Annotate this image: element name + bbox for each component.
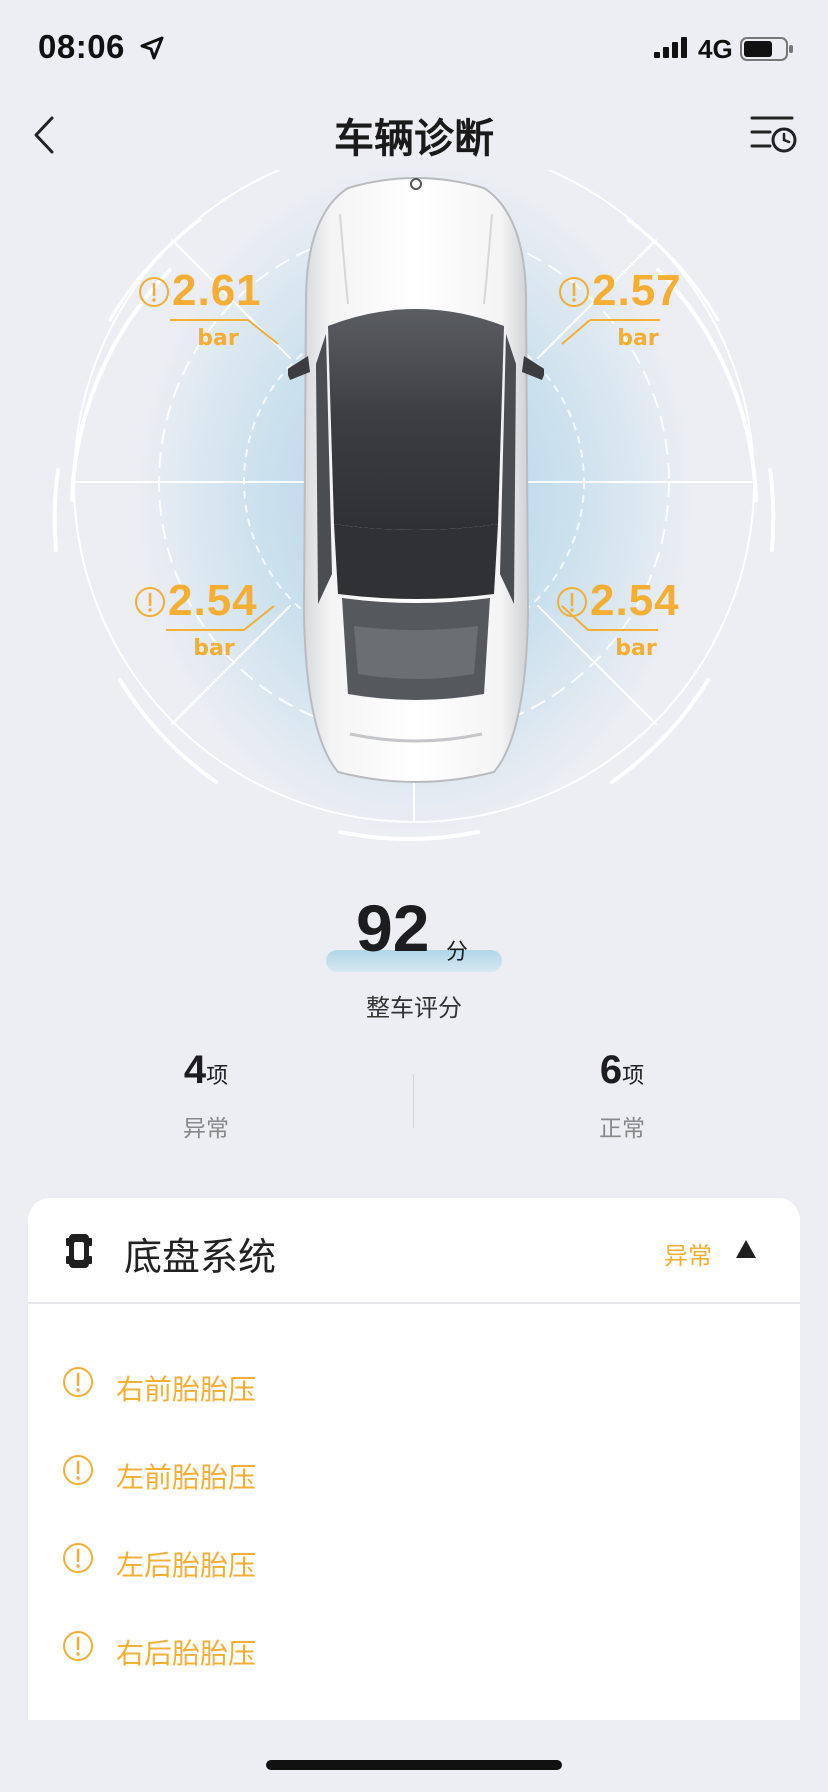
list-item[interactable]: 左后胎胎压 [28, 1514, 800, 1602]
stat-normal-label: 正常 [599, 1116, 645, 1142]
stat-normal-count: 6 [599, 1048, 623, 1092]
section-title: 底盘系统 [124, 1235, 277, 1279]
status-bar: 08:06 4G [0, 0, 828, 96]
history-list-icon[interactable] [748, 112, 798, 156]
list-item[interactable]: 右前胎胎压 [28, 1338, 800, 1426]
car-top-view [288, 177, 544, 783]
diagnostic-stats: 4项 异常 6项 正常 [0, 1048, 828, 1158]
triangle-up-icon[interactable] [734, 1238, 758, 1260]
tire-front-right[interactable]: 2.57 bar [558, 266, 718, 356]
chassis-system-header[interactable]: 底盘系统 异常 [28, 1198, 800, 1304]
issue-label: 右后胎胎压 [116, 1637, 257, 1670]
stat-abnormal[interactable]: 4项 异常 [106, 1048, 306, 1143]
warning-icon [139, 277, 169, 307]
location-arrow-icon [140, 36, 164, 60]
tire-pressure-value: 2.57 [592, 266, 682, 315]
section-status-badge: 异常 [664, 1242, 712, 1270]
score-value: 92 [356, 891, 430, 965]
battery-icon [740, 37, 793, 61]
warning-icon [135, 587, 165, 617]
car-diagnostic-view: 2.61 bar 2.57 bar 2.54 bar 2.54 bar [0, 170, 828, 860]
list-item[interactable]: 右后胎胎压 [28, 1602, 800, 1690]
stat-normal-unit: 项 [622, 1064, 645, 1089]
tire-rear-left[interactable]: 2.54 bar [134, 576, 294, 666]
warning-icon [63, 1631, 93, 1661]
stat-abnormal-label: 异常 [183, 1116, 229, 1142]
stat-divider [413, 1074, 414, 1128]
warning-icon [559, 277, 589, 307]
network-type: 4G [698, 34, 733, 64]
issue-label: 右前胎胎压 [116, 1373, 257, 1406]
tire-pressure-unit: bar [617, 326, 659, 351]
warning-icon [63, 1367, 93, 1397]
issue-label: 左后胎胎压 [116, 1549, 257, 1582]
score-unit: 分 [446, 940, 469, 965]
chassis-icon [66, 1234, 92, 1268]
home-indicator[interactable] [266, 1760, 562, 1770]
list-item[interactable]: 左前胎胎压 [28, 1426, 800, 1514]
vehicle-score: 92 分 整车评分 [0, 890, 828, 1022]
stat-abnormal-count: 4 [183, 1048, 207, 1092]
warning-icon [557, 587, 587, 617]
chassis-system-card: 底盘系统 异常 右前胎胎压 左前胎胎压 左后胎胎压 右后胎胎压 [28, 1198, 800, 1720]
status-time: 08:06 [38, 28, 125, 65]
issue-label: 左前胎胎压 [116, 1461, 257, 1494]
tire-pressure-unit: bar [193, 636, 235, 661]
stat-abnormal-unit: 项 [206, 1064, 229, 1089]
tire-pressure-value: 2.54 [590, 576, 680, 625]
nav-bar: 车辆诊断 [0, 96, 828, 176]
issue-list: 右前胎胎压 左前胎胎压 左后胎胎压 右后胎胎压 [28, 1338, 800, 1690]
score-label: 整车评分 [366, 994, 462, 1022]
stat-normal[interactable]: 6项 正常 [522, 1048, 722, 1143]
tire-pressure-value: 2.61 [172, 266, 262, 315]
signal-icon [654, 37, 687, 58]
page-title: 车辆诊断 [334, 116, 494, 162]
tire-rear-right[interactable]: 2.54 bar [556, 576, 716, 666]
tire-pressure-unit: bar [197, 326, 239, 351]
warning-icon [63, 1455, 93, 1485]
tire-front-left[interactable]: 2.61 bar [138, 266, 298, 356]
tire-pressure-unit: bar [615, 636, 657, 661]
warning-icon [63, 1543, 93, 1573]
tire-pressure-value: 2.54 [168, 576, 258, 625]
